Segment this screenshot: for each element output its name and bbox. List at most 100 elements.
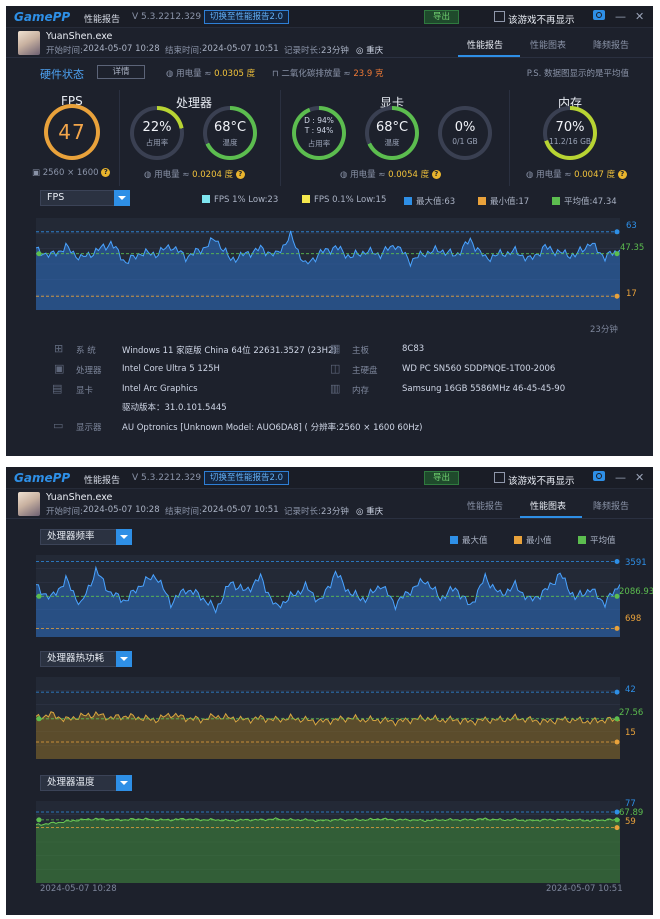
gpu-usage-ring: D : 94% T : 94% 占用率: [292, 106, 346, 160]
export-button[interactable]: 导出: [424, 471, 460, 485]
minimize-icon[interactable]: —: [615, 471, 626, 484]
switch-report-button[interactable]: 切换至性能报告2.0: [204, 471, 290, 485]
end-time: 2024-05-07 10:51: [202, 44, 279, 54]
os-value: Windows 11 家庭版 China 64位 22631.3527 (23H…: [122, 346, 337, 356]
gpu-value: Intel Arc Graphics: [122, 384, 198, 394]
start-time: 2024-05-07 10:28: [83, 505, 160, 515]
close-icon[interactable]: ✕: [635, 471, 644, 484]
power-max-label: 42: [625, 685, 636, 695]
power-icon: ◍: [144, 170, 152, 180]
duration-label: 记录时长:: [284, 46, 321, 56]
title-bar: GamePP 性能报告 V 5.3.2212.329 切换至性能报告2.0 导出…: [6, 467, 653, 489]
freq-avg-label: 2086.93: [619, 587, 653, 597]
resolution: ▣ 2560 × 1600 ?: [32, 168, 111, 178]
power-stat: ◍ 用电量 ≈ 0.0305 度: [166, 69, 256, 79]
performance-report-window: GamePP 性能报告 V 5.3.2212.329 切换至性能报告2.0 导出…: [6, 6, 653, 456]
gpu-temp-label: 温度: [384, 138, 400, 147]
switch-report-button[interactable]: 切换至性能报告2.0: [204, 10, 290, 24]
tab-charts[interactable]: 性能图表: [530, 38, 566, 51]
export-button[interactable]: 导出: [424, 10, 460, 24]
process-name: YuanShen.exe: [46, 492, 113, 503]
noshow-checkbox[interactable]: [494, 11, 505, 22]
time-start-label: 2024-05-07 10:28: [40, 884, 117, 894]
legend-min: 最小值: [514, 534, 552, 546]
chevron-down-icon[interactable]: [116, 529, 132, 545]
help-icon[interactable]: ?: [101, 168, 111, 177]
active-tab-indicator: [520, 516, 582, 518]
divider: [119, 90, 120, 186]
avg-start-marker: [36, 716, 42, 722]
cpu-temp-chart: [36, 801, 620, 883]
noshow-label: 该游戏不再显示: [508, 476, 575, 487]
game-avatar: [18, 31, 40, 55]
hardware-status-title: 硬件状态: [40, 68, 84, 81]
gamepp-logo: GamePP: [14, 10, 71, 24]
tab-throttle[interactable]: 降频报告: [593, 38, 629, 51]
game-avatar: [18, 492, 40, 516]
tab-charts[interactable]: 性能图表: [530, 499, 566, 512]
start-label: 开始时间:: [46, 507, 83, 517]
time-end-label: 2024-05-07 10:51: [546, 884, 623, 894]
close-icon[interactable]: ✕: [635, 10, 644, 23]
help-icon[interactable]: ?: [431, 170, 441, 179]
cpu-icon: ▣: [54, 362, 65, 375]
motherboard-icon: ▦: [330, 342, 341, 355]
fps-min-label: 17: [626, 289, 637, 299]
legend-avg: 平均值:47.34: [552, 195, 617, 207]
performance-charts-window: GamePP 性能报告 V 5.3.2212.329 切换至性能报告2.0 导出…: [6, 467, 653, 915]
chevron-down-icon[interactable]: [114, 190, 130, 206]
windows-icon: ⊞: [54, 342, 64, 355]
min-line-marker: [614, 739, 620, 745]
min-line-marker: [614, 293, 620, 299]
gpu-key: 显卡: [76, 386, 94, 396]
noshow-label: 该游戏不再显示: [508, 15, 575, 26]
freq-min-label: 698: [625, 614, 642, 624]
memory-ring: 70% 11.2/16 GB: [543, 106, 597, 160]
cpu-power-select[interactable]: 处理器热功耗: [40, 651, 132, 667]
max-line-marker: [614, 689, 620, 695]
fps-chart: [36, 218, 620, 310]
session-bar: YuanShen.exe 开始时间: 2024-05-07 10:28 结束时间…: [6, 28, 653, 58]
camera-icon[interactable]: [593, 471, 605, 481]
detail-button[interactable]: 详情: [97, 65, 145, 79]
cpu-temp-select[interactable]: 处理器温度: [40, 775, 132, 791]
divider: [280, 90, 281, 186]
location: ◎ 重庆: [356, 46, 384, 56]
os-key: 系 统: [76, 346, 96, 356]
fps-time-label: 23分钟: [590, 325, 618, 335]
co2-stat: ⊓ 二氧化碳排放量 ≈ 23.9 克: [272, 69, 384, 79]
fps-max-label: 63: [626, 221, 637, 231]
co2-icon: ⊓: [272, 69, 279, 79]
cpu-temp-ring: 68°C 温度: [203, 106, 257, 160]
window-title: 性能报告: [84, 15, 121, 25]
gpu-t-usage: T : 94%: [304, 126, 334, 135]
power-icon: ◍: [526, 170, 534, 180]
cpu-key: 处理器: [76, 366, 102, 376]
gpu-temp-value: 68°C: [375, 120, 409, 135]
motherboard-value: 8C83: [402, 344, 425, 354]
cpu-temp-value: 68°C: [213, 120, 247, 135]
noshow-checkbox[interactable]: [494, 472, 505, 483]
cpu-freq-select[interactable]: 处理器频率: [40, 529, 132, 545]
gpu-vram-value: 0%: [454, 120, 476, 135]
driver-version: 驱动版本：31.0.101.5445: [122, 403, 227, 413]
memory-key: 内存: [352, 386, 370, 396]
tab-throttle[interactable]: 降频报告: [593, 499, 629, 512]
memory-value: 70%: [555, 120, 585, 135]
fps-metric-select[interactable]: FPS: [40, 190, 130, 206]
power-icon: ◍: [340, 170, 348, 180]
tab-report[interactable]: 性能报告: [467, 38, 503, 51]
help-icon[interactable]: ?: [617, 170, 627, 179]
resolution-icon: ▣: [32, 168, 41, 178]
minimize-icon[interactable]: —: [615, 10, 626, 23]
avg-start-marker: [36, 817, 42, 823]
help-icon[interactable]: ?: [235, 170, 245, 179]
disk-key: 主硬盘: [352, 366, 378, 376]
chevron-down-icon[interactable]: [116, 775, 132, 791]
fps-ring: 47: [44, 104, 100, 160]
tab-report[interactable]: 性能报告: [467, 499, 503, 512]
chevron-down-icon[interactable]: [116, 651, 132, 667]
camera-icon[interactable]: [593, 10, 605, 20]
gpu-usage-label: 占用率: [307, 139, 331, 148]
legend-fps-1pct: FPS 1% Low:23: [202, 195, 278, 205]
